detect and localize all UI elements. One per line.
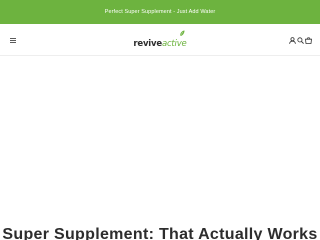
cart-icon [304,36,312,44]
search-button[interactable] [296,36,304,44]
announcement-text: Perfect Super Supplement - Just Add Wate… [104,9,216,15]
logo-word-active: active [161,38,187,49]
logo-word-revive: revive [133,38,162,49]
hero-heading: Super Supplement: That Actually Works [2,226,318,240]
account-button[interactable] [288,36,296,44]
leaf-icon [179,30,185,37]
search-icon [296,36,304,44]
account-icon [288,36,296,44]
logo-text: reviveactive [133,38,187,51]
menu-button[interactable] [8,35,18,45]
site-header: reviveactive [0,24,320,56]
hamburger-icon [10,37,16,43]
logo[interactable]: reviveactive [129,30,191,50]
cart-button[interactable] [304,36,312,44]
announcement-bar: Perfect Super Supplement - Just Add Wate… [0,0,320,24]
